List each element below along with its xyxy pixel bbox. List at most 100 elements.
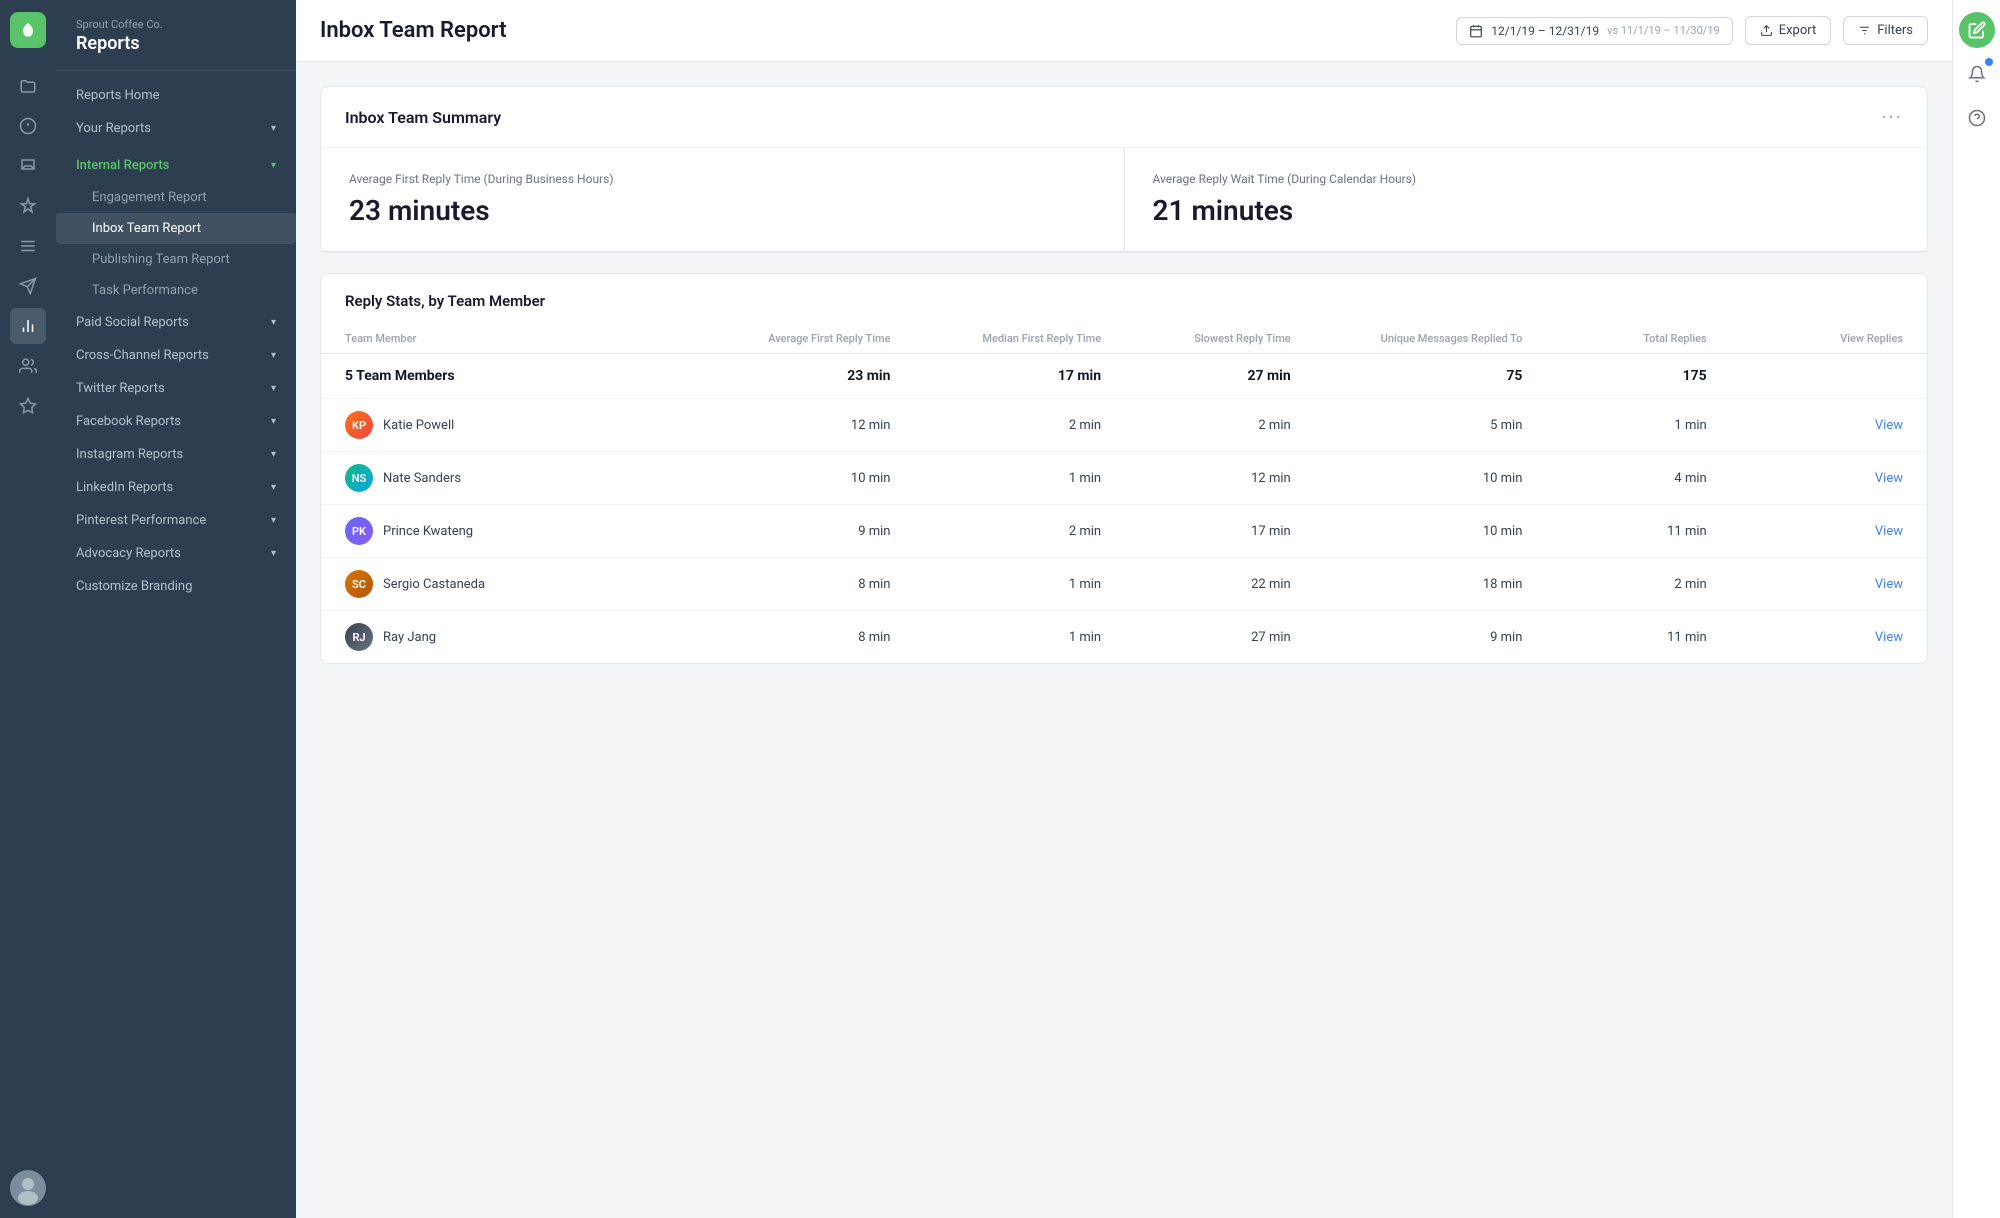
metric-avg-reply-wait: Average Reply Wait Time (During Calendar…	[1125, 148, 1928, 251]
sidebar-item-paid-social[interactable]: Paid Social Reports ▾	[56, 306, 296, 339]
cell-view-katie[interactable]: View	[1719, 399, 1927, 452]
internal-reports-label: Internal Reports	[76, 158, 169, 173]
cell-member-nate: NS Nate Sanders	[321, 452, 692, 505]
nav-icon-people[interactable]	[10, 348, 46, 384]
logo-icon[interactable]	[10, 12, 46, 48]
sidebar-subitem-inbox-team-report[interactable]: Inbox Team Report	[56, 213, 296, 244]
summary-total-replies: 175	[1534, 354, 1718, 399]
pinterest-chevron: ▾	[271, 515, 276, 526]
metrics-row: Average First Reply Time (During Busines…	[321, 148, 1927, 252]
view-link-katie[interactable]: View	[1875, 418, 1903, 433]
app-title: Reports	[76, 33, 276, 54]
cell-unique-prince: 10 min	[1303, 505, 1535, 558]
cell-view-nate[interactable]: View	[1719, 452, 1927, 505]
cell-total-sergio: 2 min	[1534, 558, 1718, 611]
table-header: Team Member Average First Reply Time Med…	[321, 324, 1927, 354]
filters-button[interactable]: Filters	[1843, 16, 1928, 45]
internal-reports-chevron: ▾	[271, 160, 276, 171]
help-icon	[1968, 109, 1986, 127]
sidebar-item-instagram[interactable]: Instagram Reports ▾	[56, 438, 296, 471]
summary-card-menu[interactable]: ···	[1881, 105, 1903, 129]
facebook-chevron: ▾	[271, 416, 276, 427]
summary-slowest-reply: 27 min	[1113, 354, 1303, 399]
notifications-button[interactable]	[1959, 56, 1995, 92]
col-median-first-reply: Median First Reply Time	[902, 324, 1113, 354]
cell-member-katie: KP Katie Powell	[321, 399, 692, 452]
sidebar-nav: Reports Home Your Reports ▾ Internal Rep…	[56, 71, 296, 611]
nav-icon-inbox[interactable]	[10, 148, 46, 184]
nav-icon-folder[interactable]	[10, 68, 46, 104]
help-button[interactable]	[1959, 100, 1995, 136]
summary-card-header: Inbox Team Summary ···	[321, 87, 1927, 148]
date-range-value: 12/1/19 – 12/31/19	[1491, 24, 1599, 38]
right-rail	[1952, 0, 2000, 1218]
summary-card: Inbox Team Summary ··· Average First Rep…	[320, 86, 1928, 253]
user-avatar-rail[interactable]	[10, 1170, 46, 1206]
cell-slowest-prince: 17 min	[1113, 505, 1303, 558]
cell-unique-sergio: 18 min	[1303, 558, 1535, 611]
cell-avg-ray: 8 min	[692, 611, 903, 664]
sidebar-item-internal-reports[interactable]: Internal Reports ▾	[56, 149, 296, 182]
sidebar-subitem-publishing-team-report[interactable]: Publishing Team Report	[56, 244, 296, 275]
twitter-chevron: ▾	[271, 383, 276, 394]
cell-total-prince: 11 min	[1534, 505, 1718, 558]
cell-median-katie: 2 min	[902, 399, 1113, 452]
view-link-nate[interactable]: View	[1875, 471, 1903, 486]
cell-view-sergio[interactable]: View	[1719, 558, 1927, 611]
cell-avg-katie: 12 min	[692, 399, 903, 452]
nav-icon-pin[interactable]	[10, 188, 46, 224]
sidebar-item-customize-branding[interactable]: Customize Branding	[56, 570, 296, 603]
summary-member: 5 Team Members	[321, 354, 692, 399]
cell-view-ray[interactable]: View	[1719, 611, 1927, 664]
avatar-nate: NS	[345, 464, 373, 492]
sidebar-subitem-task-performance[interactable]: Task Performance	[56, 275, 296, 306]
sidebar-item-facebook[interactable]: Facebook Reports ▾	[56, 405, 296, 438]
sidebar-item-pinterest[interactable]: Pinterest Performance ▾	[56, 504, 296, 537]
summary-median-first-reply: 17 min	[902, 354, 1113, 399]
sidebar-item-reports-home[interactable]: Reports Home	[56, 79, 296, 112]
compose-icon	[1968, 21, 1986, 39]
view-link-prince[interactable]: View	[1875, 524, 1903, 539]
summary-unique-messages: 75	[1303, 354, 1535, 399]
col-slowest-reply: Slowest Reply Time	[1113, 324, 1303, 354]
cell-member-prince: PK Prince Kwateng	[321, 505, 692, 558]
nav-icon-send[interactable]	[10, 268, 46, 304]
view-link-ray[interactable]: View	[1875, 630, 1903, 645]
member-name-ray: Ray Jang	[383, 630, 436, 645]
cell-view-prince[interactable]: View	[1719, 505, 1927, 558]
advocacy-chevron: ▾	[271, 548, 276, 559]
avatar-prince: PK	[345, 517, 373, 545]
table-row: NS Nate Sanders 10 min 1 min 12 min 10 m…	[321, 452, 1927, 505]
metric-avg-reply-wait-label: Average Reply Wait Time (During Calendar…	[1153, 172, 1900, 186]
export-button[interactable]: Export	[1745, 16, 1832, 45]
cell-slowest-nate: 12 min	[1113, 452, 1303, 505]
cell-slowest-ray: 27 min	[1113, 611, 1303, 664]
nav-icon-list[interactable]	[10, 228, 46, 264]
nav-icon-chart[interactable]	[10, 308, 46, 344]
cell-unique-nate: 10 min	[1303, 452, 1535, 505]
nav-icon-alert[interactable]	[10, 108, 46, 144]
member-name-katie: Katie Powell	[383, 418, 454, 433]
compose-button[interactable]	[1959, 12, 1995, 48]
your-reports-chevron: ▾	[271, 123, 276, 134]
sidebar-item-twitter[interactable]: Twitter Reports ▾	[56, 372, 296, 405]
cell-unique-ray: 9 min	[1303, 611, 1535, 664]
main-content: Inbox Team Summary ··· Average First Rep…	[296, 62, 1952, 1218]
view-link-sergio[interactable]: View	[1875, 577, 1903, 592]
nav-icon-star[interactable]	[10, 388, 46, 424]
icon-rail	[0, 0, 56, 1218]
sidebar-item-your-reports[interactable]: Your Reports ▾	[56, 112, 296, 145]
cross-channel-chevron: ▾	[271, 350, 276, 361]
filters-label: Filters	[1877, 23, 1913, 38]
sidebar-item-advocacy[interactable]: Advocacy Reports ▾	[56, 537, 296, 570]
avatar-sergio: SC	[345, 570, 373, 598]
date-range-button[interactable]: 12/1/19 – 12/31/19 vs 11/1/19 – 11/30/19	[1456, 17, 1732, 45]
sidebar-subitem-engagement-report[interactable]: Engagement Report	[56, 182, 296, 213]
member-name-sergio: Sergio Castaneda	[383, 577, 485, 592]
cell-slowest-katie: 2 min	[1113, 399, 1303, 452]
col-avg-first-reply: Average First Reply Time	[692, 324, 903, 354]
table-row: SC Sergio Castaneda 8 min 1 min 22 min 1…	[321, 558, 1927, 611]
sidebar-item-cross-channel[interactable]: Cross-Channel Reports ▾	[56, 339, 296, 372]
sidebar-item-linkedin[interactable]: LinkedIn Reports ▾	[56, 471, 296, 504]
notification-badge	[1985, 58, 1993, 66]
